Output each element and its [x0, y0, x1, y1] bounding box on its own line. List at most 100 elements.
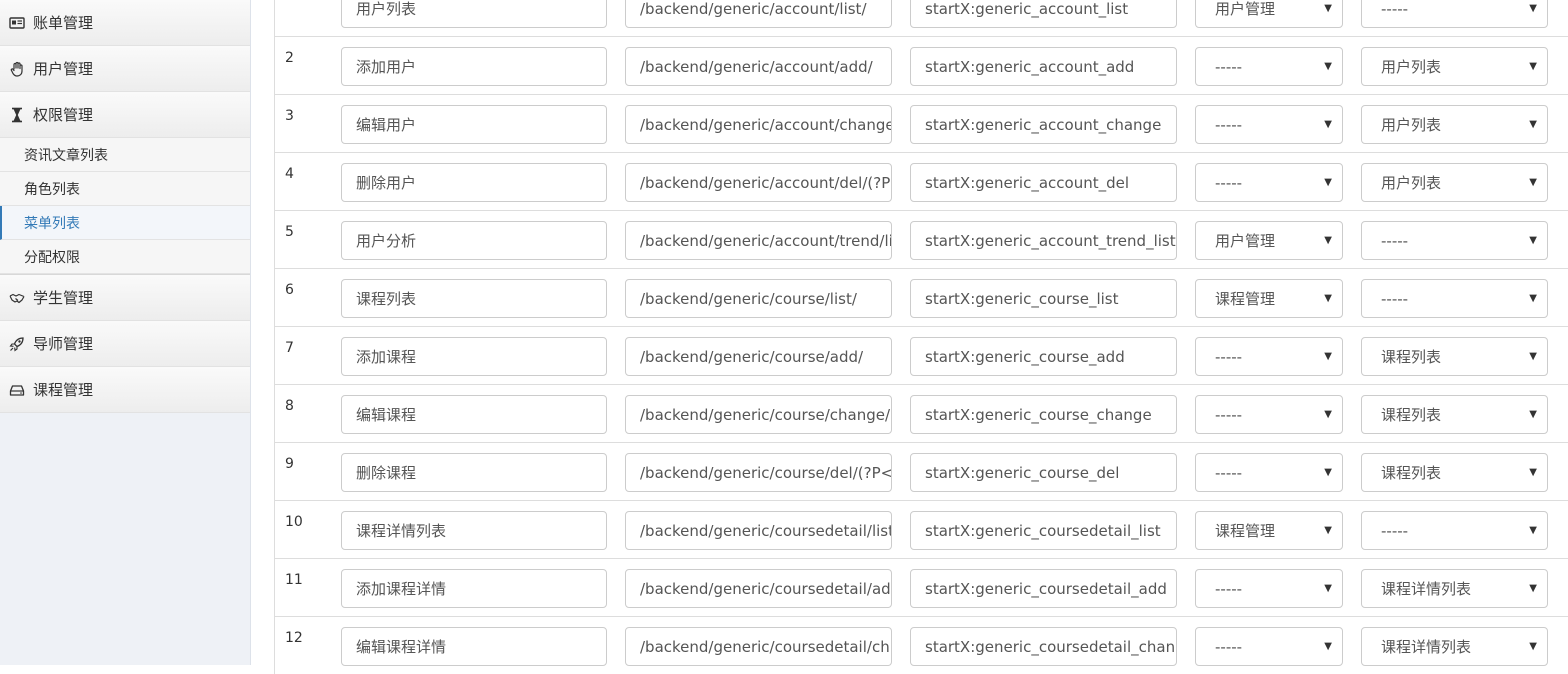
menu-value: 用户管理	[1215, 232, 1276, 250]
table-row: 8 编辑课程/backend/generic/course/change/star…	[275, 384, 1568, 442]
menu-select[interactable]: 用户管理 ▼	[1195, 0, 1343, 28]
chevron-down-icon: ▼	[1529, 408, 1537, 420]
sidebar-group-label: 账单管理	[33, 14, 94, 32]
title-input[interactable]: 编辑课程详情	[341, 627, 607, 666]
url-input[interactable]: /backend/generic/coursedetail/ch	[625, 627, 892, 666]
url-input[interactable]: /backend/generic/coursedetail/list	[625, 511, 892, 550]
menu-select[interactable]: 课程管理 ▼	[1195, 279, 1343, 318]
parent-select[interactable]: 用户列表 ▼	[1361, 163, 1548, 202]
title-input[interactable]: 编辑课程	[341, 395, 607, 434]
sidebar-group-students[interactable]: 学生管理	[0, 275, 250, 321]
sidebar-group-billing[interactable]: 账单管理	[0, 0, 250, 46]
menu-select[interactable]: ----- ▼	[1195, 569, 1343, 608]
parent-select[interactable]: ----- ▼	[1361, 511, 1548, 550]
chevron-down-icon: ▼	[1324, 582, 1332, 594]
name-value: startX:generic_coursedetail_chan	[925, 637, 1176, 656]
name-input[interactable]: startX:generic_account_add	[910, 47, 1177, 86]
parent-select[interactable]: 课程详情列表 ▼	[1361, 627, 1548, 666]
menu-select[interactable]: ----- ▼	[1195, 47, 1343, 86]
parent-select[interactable]: 课程列表 ▼	[1361, 453, 1548, 492]
hand-icon	[8, 60, 26, 78]
parent-select[interactable]: ----- ▼	[1361, 221, 1548, 260]
name-value: startX:generic_account_trend_list	[925, 231, 1176, 250]
url-input[interactable]: /backend/generic/account/add/	[625, 47, 892, 86]
title-input[interactable]: 编辑用户	[341, 105, 607, 144]
chevron-down-icon: ▼	[1324, 292, 1332, 304]
url-input[interactable]: /backend/generic/coursedetail/ad	[625, 569, 892, 608]
parent-select[interactable]: 课程列表 ▼	[1361, 337, 1548, 376]
chevron-down-icon: ▼	[1529, 292, 1537, 304]
url-input[interactable]: /backend/generic/account/trend/li	[625, 221, 892, 260]
url-value: /backend/generic/account/list/	[640, 0, 867, 18]
sidebar-group-label: 导师管理	[33, 335, 94, 353]
name-input[interactable]: startX:generic_account_list	[910, 0, 1177, 28]
name-input[interactable]: startX:generic_coursedetail_list	[910, 511, 1177, 550]
name-input[interactable]: startX:generic_course_change	[910, 395, 1177, 434]
url-input[interactable]: /backend/generic/course/del/(?P<	[625, 453, 892, 492]
name-value: startX:generic_coursedetail_list	[925, 521, 1161, 540]
title-input[interactable]: 课程详情列表	[341, 511, 607, 550]
url-input[interactable]: /backend/generic/course/add/	[625, 337, 892, 376]
sidebar-item-assign-permissions[interactable]: 分配权限	[0, 240, 250, 274]
name-value: startX:generic_account_change	[925, 115, 1162, 134]
sidebar-group-label: 学生管理	[33, 289, 94, 307]
title-value: 编辑课程详情	[356, 638, 447, 656]
row-number: 2	[285, 50, 294, 66]
menu-select[interactable]: ----- ▼	[1195, 105, 1343, 144]
url-input[interactable]: /backend/generic/course/list/	[625, 279, 892, 318]
sidebar-group-courses[interactable]: 课程管理	[0, 367, 250, 413]
title-input[interactable]: 删除用户	[341, 163, 607, 202]
title-input[interactable]: 用户列表	[341, 0, 607, 28]
parent-select[interactable]: 用户列表 ▼	[1361, 47, 1548, 86]
title-value: 删除课程	[356, 464, 417, 482]
url-input[interactable]: /backend/generic/account/change	[625, 105, 892, 144]
title-input[interactable]: 添加课程	[341, 337, 607, 376]
parent-value: -----	[1381, 289, 1409, 308]
chevron-down-icon: ▼	[1324, 118, 1332, 130]
sidebar-item-articles[interactable]: 资讯文章列表	[0, 138, 250, 172]
title-input[interactable]: 添加课程详情	[341, 569, 607, 608]
sidebar-group-tutors[interactable]: 导师管理	[0, 321, 250, 367]
chevron-down-icon: ▼	[1324, 524, 1332, 536]
menu-select[interactable]: ----- ▼	[1195, 453, 1343, 492]
title-input[interactable]: 课程列表	[341, 279, 607, 318]
url-value: /backend/generic/course/add/	[640, 347, 864, 366]
chevron-down-icon: ▼	[1324, 2, 1332, 14]
name-input[interactable]: startX:generic_account_del	[910, 163, 1177, 202]
menu-select[interactable]: 用户管理 ▼	[1195, 221, 1343, 260]
url-input[interactable]: /backend/generic/account/list/	[625, 0, 892, 28]
parent-select[interactable]: 用户列表 ▼	[1361, 105, 1548, 144]
sidebar-group-permissions[interactable]: 权限管理	[0, 92, 250, 138]
table-row: 2 添加用户/backend/generic/account/add/startX…	[275, 36, 1568, 94]
menu-select[interactable]: ----- ▼	[1195, 395, 1343, 434]
title-value: 课程列表	[356, 290, 417, 308]
name-input[interactable]: startX:generic_coursedetail_add	[910, 569, 1177, 608]
title-input[interactable]: 删除课程	[341, 453, 607, 492]
name-input[interactable]: startX:generic_coursedetail_chan	[910, 627, 1177, 666]
parent-select[interactable]: 课程列表 ▼	[1361, 395, 1548, 434]
table-row: 10 课程详情列表/backend/generic/coursedetail/li…	[275, 500, 1568, 558]
parent-select[interactable]: 课程详情列表 ▼	[1361, 569, 1548, 608]
menu-select[interactable]: ----- ▼	[1195, 337, 1343, 376]
title-input[interactable]: 用户分析	[341, 221, 607, 260]
sidebar-group-users[interactable]: 用户管理	[0, 46, 250, 92]
name-input[interactable]: startX:generic_course_add	[910, 337, 1177, 376]
menu-select[interactable]: ----- ▼	[1195, 627, 1343, 666]
menu-select[interactable]: 课程管理 ▼	[1195, 511, 1343, 550]
parent-select[interactable]: ----- ▼	[1361, 0, 1548, 28]
chevron-down-icon: ▼	[1529, 176, 1537, 188]
sidebar-item-roles[interactable]: 角色列表	[0, 172, 250, 206]
name-input[interactable]: startX:generic_course_list	[910, 279, 1177, 318]
url-input[interactable]: /backend/generic/course/change/	[625, 395, 892, 434]
sidebar-item-menus[interactable]: 菜单列表	[0, 206, 250, 240]
menu-select[interactable]: ----- ▼	[1195, 163, 1343, 202]
url-value: /backend/generic/coursedetail/list	[640, 521, 891, 540]
url-input[interactable]: /backend/generic/account/del/(?P	[625, 163, 892, 202]
chevron-down-icon: ▼	[1529, 466, 1537, 478]
parent-select[interactable]: ----- ▼	[1361, 279, 1548, 318]
chevron-down-icon: ▼	[1529, 2, 1537, 14]
name-input[interactable]: startX:generic_account_trend_list	[910, 221, 1177, 260]
name-input[interactable]: startX:generic_course_del	[910, 453, 1177, 492]
title-input[interactable]: 添加用户	[341, 47, 607, 86]
name-input[interactable]: startX:generic_account_change	[910, 105, 1177, 144]
